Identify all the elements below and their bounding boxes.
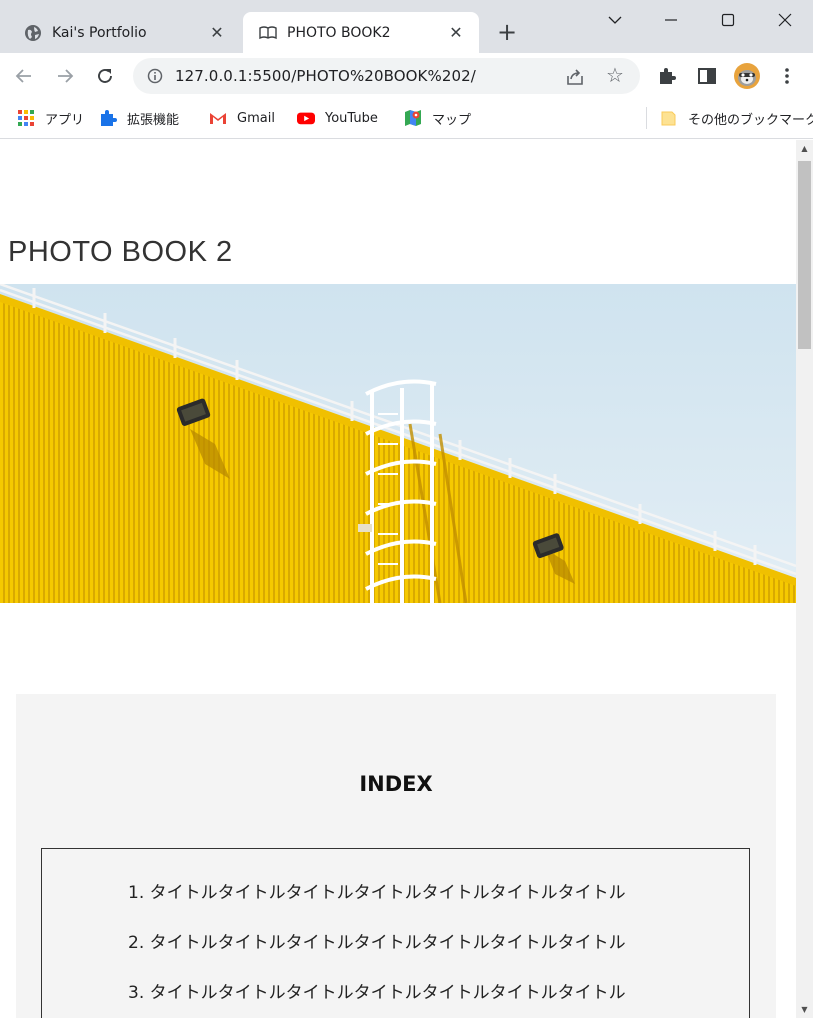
bookmark-youtube[interactable]: YouTube	[297, 108, 378, 128]
scroll-down-arrow-icon[interactable]: ▼	[796, 1001, 813, 1018]
browser-toolbar: 127.0.0.1:5500/PHOTO%20BOOK%202/ ☆	[0, 53, 813, 99]
index-list: 1. タイトルタイトルタイトルタイトルタイトルタイトルタイトル 2. タイトルタ…	[128, 883, 626, 1018]
forward-arrow-icon[interactable]	[53, 64, 77, 88]
folder-icon	[661, 111, 676, 126]
bookmark-maps[interactable]: マップ	[404, 108, 471, 128]
book-icon	[259, 26, 277, 40]
index-heading: INDEX	[359, 772, 433, 796]
new-tab-button[interactable]: +	[494, 20, 520, 46]
close-tab-icon[interactable]: ✕	[206, 21, 228, 43]
tab-photo-book2[interactable]: PHOTO BOOK2 ✕	[243, 12, 479, 53]
bookmark-label: 拡張機能	[127, 112, 180, 128]
bookmark-extensions[interactable]: 拡張機能	[99, 108, 179, 128]
index-item[interactable]: 1. タイトルタイトルタイトルタイトルタイトルタイトルタイトル	[128, 883, 626, 933]
close-window-button[interactable]	[770, 6, 800, 34]
side-panel-icon[interactable]	[696, 65, 718, 87]
extensions-puzzle-icon[interactable]	[656, 65, 678, 87]
globe-icon	[25, 25, 41, 41]
youtube-icon	[297, 112, 315, 125]
bookmarks-divider	[646, 107, 647, 129]
menu-kebab-icon[interactable]	[776, 65, 798, 87]
bookmark-star-icon[interactable]: ☆	[606, 65, 624, 85]
bookmark-label: その他のブックマーク	[688, 112, 813, 128]
hero-image	[0, 284, 796, 603]
share-icon[interactable]	[565, 67, 585, 87]
index-item[interactable]: 3. タイトルタイトルタイトルタイトルタイトルタイトルタイトル	[128, 983, 626, 1018]
apps-grid-icon	[18, 110, 34, 126]
bookmarks-bar: アプリ 拡張機能 Gmail YouTube マップ その他のブックマーク	[0, 99, 813, 139]
scroll-thumb[interactable]	[798, 161, 811, 349]
page-title: PHOTO BOOK 2	[8, 236, 233, 268]
gmail-icon	[210, 113, 226, 124]
reload-icon[interactable]	[93, 64, 117, 88]
bookmark-label: アプリ	[45, 112, 85, 128]
index-box: 1. タイトルタイトルタイトルタイトルタイトルタイトルタイトル 2. タイトルタ…	[41, 848, 750, 1018]
index-item[interactable]: 2. タイトルタイトルタイトルタイトルタイトルタイトルタイトル	[128, 933, 626, 983]
profile-avatar[interactable]	[733, 62, 761, 90]
puzzle-icon	[101, 110, 117, 126]
other-bookmarks-folder[interactable]: その他のブックマーク	[660, 108, 813, 128]
tab-title: PHOTO BOOK2	[287, 25, 391, 41]
bookmark-gmail[interactable]: Gmail	[209, 108, 275, 128]
minimize-button[interactable]	[656, 6, 686, 34]
bookmark-apps[interactable]: アプリ	[17, 108, 84, 128]
index-section: INDEX 1. タイトルタイトルタイトルタイトルタイトルタイトルタイトル 2.…	[16, 694, 776, 1018]
page-viewport: PHOTO BOOK 2 INDEX 1. タイトルタイトルタイトルタイトルタイ…	[0, 140, 813, 1018]
address-bar[interactable]: 127.0.0.1:5500/PHOTO%20BOOK%202/ ☆	[133, 58, 640, 94]
tab-strip: Kai's Portfolio ✕ PHOTO BOOK2 ✕ +	[0, 0, 813, 53]
bookmark-label: Gmail	[237, 110, 275, 126]
bookmark-label: YouTube	[325, 110, 378, 126]
maximize-button[interactable]	[713, 6, 743, 34]
close-tab-icon[interactable]: ✕	[445, 21, 467, 43]
url-text[interactable]: 127.0.0.1:5500/PHOTO%20BOOK%202/	[175, 67, 476, 85]
vertical-scrollbar[interactable]: ▲ ▼	[796, 140, 813, 1018]
tab-title: Kai's Portfolio	[52, 25, 147, 41]
tab-search-icon[interactable]	[600, 6, 630, 34]
bookmark-label: マップ	[432, 112, 472, 128]
back-arrow-icon[interactable]	[12, 64, 36, 88]
maps-icon	[405, 110, 421, 126]
scroll-up-arrow-icon[interactable]: ▲	[796, 140, 813, 157]
tab-kais-portfolio[interactable]: Kai's Portfolio ✕	[8, 12, 240, 53]
site-info-icon[interactable]	[147, 68, 163, 84]
